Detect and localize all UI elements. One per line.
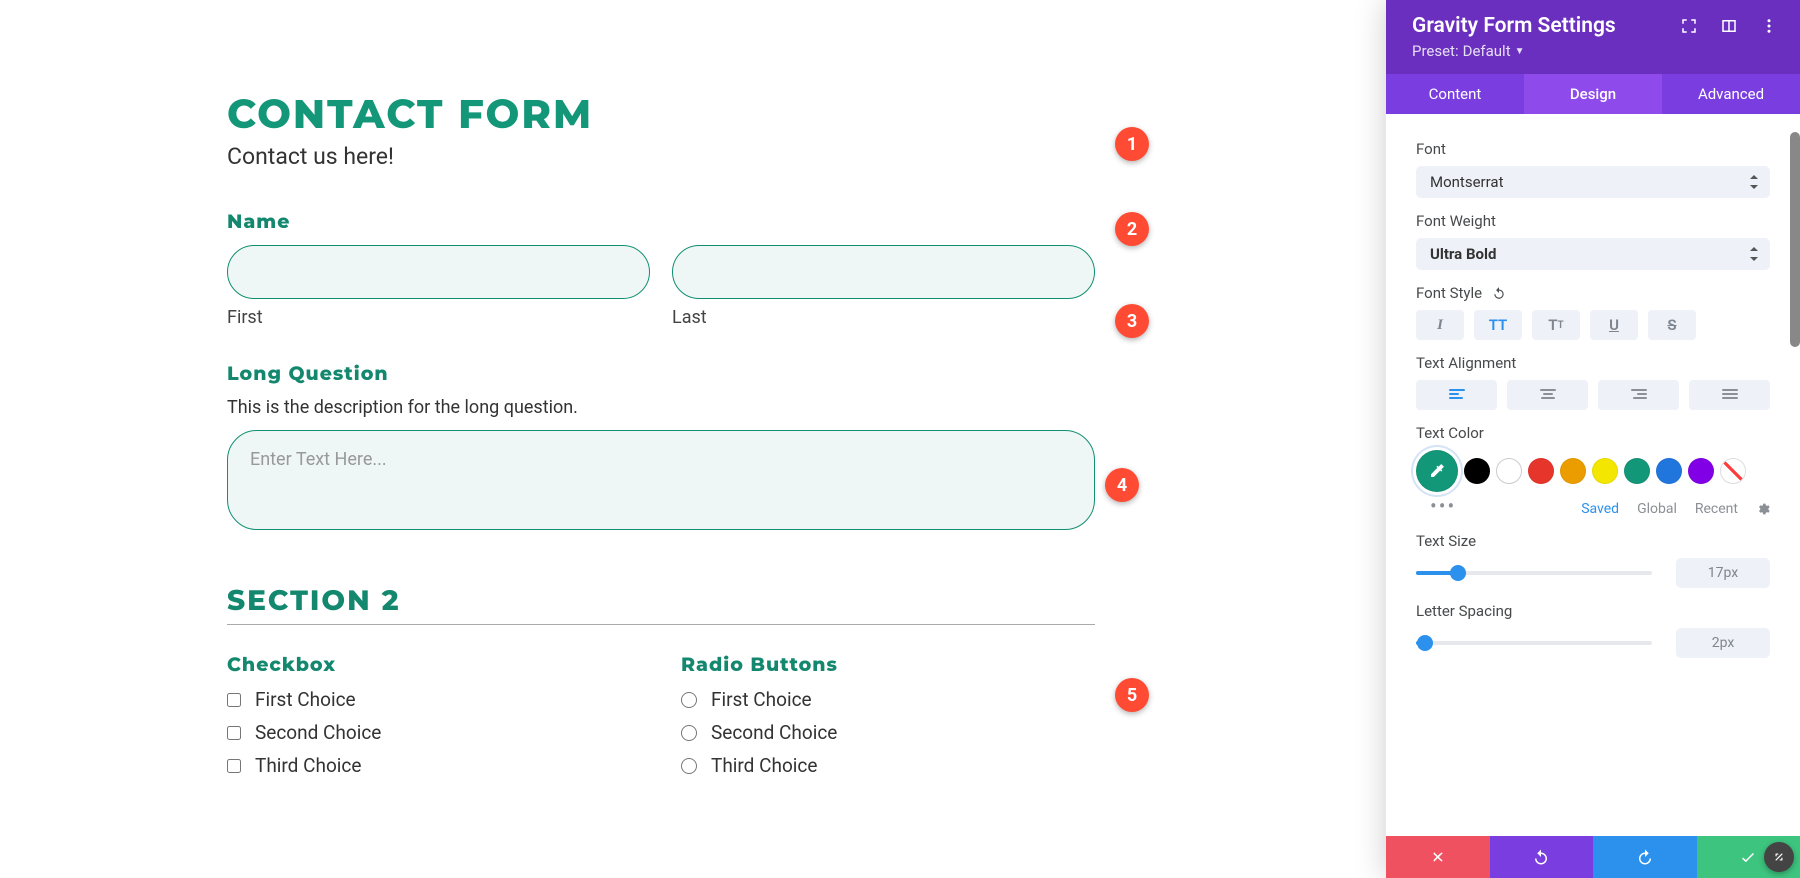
undo-icon [1532, 848, 1550, 866]
highlight-badge-1: 1 [1115, 127, 1149, 161]
section-2-title: SECTION 2 [227, 584, 1095, 618]
swatch-green[interactable] [1624, 458, 1650, 484]
resize-handle[interactable] [1764, 842, 1794, 872]
undo-button[interactable] [1490, 836, 1594, 878]
sort-icon [1748, 249, 1758, 259]
text-align-label: Text Alignment [1416, 354, 1770, 372]
checkbox-label: Checkbox [227, 653, 641, 676]
slider-thumb[interactable] [1450, 565, 1466, 581]
long-question-label: Long Question [227, 362, 1095, 385]
align-right-button[interactable] [1598, 380, 1679, 410]
cancel-button[interactable] [1386, 836, 1490, 878]
highlight-badge-2: 2 [1115, 212, 1149, 246]
scrollbar[interactable] [1790, 132, 1800, 347]
redo-icon [1636, 848, 1654, 866]
font-style-label: Font Style [1416, 284, 1770, 302]
settings-panel: Gravity Form Settings Preset: Default ▼ … [1386, 0, 1800, 878]
swatch-blue[interactable] [1656, 458, 1682, 484]
panel-title: Gravity Form Settings [1412, 14, 1658, 38]
check-icon [1739, 848, 1757, 866]
font-label: Font [1416, 140, 1770, 158]
swatch-none[interactable] [1720, 458, 1746, 484]
text-color-label: Text Color [1416, 424, 1770, 442]
form-title: CONTACT FORM [227, 90, 1095, 139]
font-weight-label: Font Weight [1416, 212, 1770, 230]
letter-spacing-label: Letter Spacing [1416, 602, 1770, 620]
uppercase-button[interactable]: TT [1474, 310, 1522, 340]
form-preview: CONTACT FORM Contact us here! Name First… [0, 0, 1386, 878]
section-divider [227, 624, 1095, 625]
swatch-white[interactable] [1496, 458, 1522, 484]
smallcaps-button[interactable]: TT [1532, 310, 1580, 340]
redo-button[interactable] [1593, 836, 1697, 878]
swatch-yellow[interactable] [1592, 458, 1618, 484]
text-size-value[interactable]: 17px [1676, 558, 1770, 588]
tab-content[interactable]: Content [1386, 74, 1524, 114]
expand-icon[interactable] [1680, 17, 1698, 35]
long-question-desc: This is the description for the long que… [227, 397, 1095, 418]
eyedropper-icon [1428, 462, 1446, 480]
italic-button[interactable]: I [1416, 310, 1464, 340]
radio-label: Radio Buttons [681, 653, 1095, 676]
more-colors-button[interactable]: ••• [1416, 494, 1456, 518]
columns-icon[interactable] [1720, 17, 1738, 35]
underline-button[interactable]: U [1590, 310, 1638, 340]
color-picker-button[interactable] [1416, 450, 1458, 492]
checkbox-choice-3[interactable]: Third Choice [227, 754, 641, 777]
tab-design[interactable]: Design [1524, 74, 1662, 114]
align-center-button[interactable] [1507, 380, 1588, 410]
font-weight-select[interactable]: Ultra Bold [1416, 238, 1770, 270]
radio-choice-3[interactable]: Third Choice [681, 754, 1095, 777]
checkbox-choice-1[interactable]: First Choice [227, 688, 641, 711]
swatch-red[interactable] [1528, 458, 1554, 484]
strikethrough-button[interactable]: S [1648, 310, 1696, 340]
text-size-slider[interactable] [1416, 571, 1652, 575]
preset-selector[interactable]: Preset: Default ▼ [1412, 42, 1525, 60]
highlight-badge-5: 5 [1115, 678, 1149, 712]
letter-spacing-slider[interactable] [1416, 641, 1652, 645]
sort-icon [1748, 177, 1758, 187]
color-tab-global[interactable]: Global [1637, 501, 1677, 517]
swatch-purple[interactable] [1688, 458, 1714, 484]
highlight-badge-4: 4 [1105, 468, 1139, 502]
last-name-input[interactable] [672, 245, 1095, 299]
gear-icon[interactable] [1756, 502, 1770, 516]
first-name-input[interactable] [227, 245, 650, 299]
radio-choice-1[interactable]: First Choice [681, 688, 1095, 711]
form-subtitle: Contact us here! [227, 143, 1095, 170]
swatch-orange[interactable] [1560, 458, 1586, 484]
tab-advanced[interactable]: Advanced [1662, 74, 1800, 114]
name-label: Name [227, 210, 1095, 233]
close-icon [1430, 849, 1446, 865]
checkbox-choice-2[interactable]: Second Choice [227, 721, 641, 744]
swatch-black[interactable] [1464, 458, 1490, 484]
text-size-label: Text Size [1416, 532, 1770, 550]
highlight-badge-3: 3 [1115, 304, 1149, 338]
reset-icon[interactable] [1492, 286, 1506, 300]
color-tab-saved[interactable]: Saved [1581, 501, 1619, 517]
first-sublabel: First [227, 307, 650, 328]
font-select[interactable]: Montserrat [1416, 166, 1770, 198]
more-icon[interactable] [1760, 17, 1778, 35]
slider-thumb[interactable] [1417, 635, 1433, 651]
long-question-textarea[interactable] [227, 430, 1095, 530]
chevron-down-icon: ▼ [1515, 46, 1525, 57]
radio-choice-2[interactable]: Second Choice [681, 721, 1095, 744]
align-left-button[interactable] [1416, 380, 1497, 410]
align-justify-button[interactable] [1689, 380, 1770, 410]
letter-spacing-value[interactable]: 2px [1676, 628, 1770, 658]
color-tab-recent[interactable]: Recent [1695, 501, 1738, 517]
last-sublabel: Last [672, 307, 1095, 328]
